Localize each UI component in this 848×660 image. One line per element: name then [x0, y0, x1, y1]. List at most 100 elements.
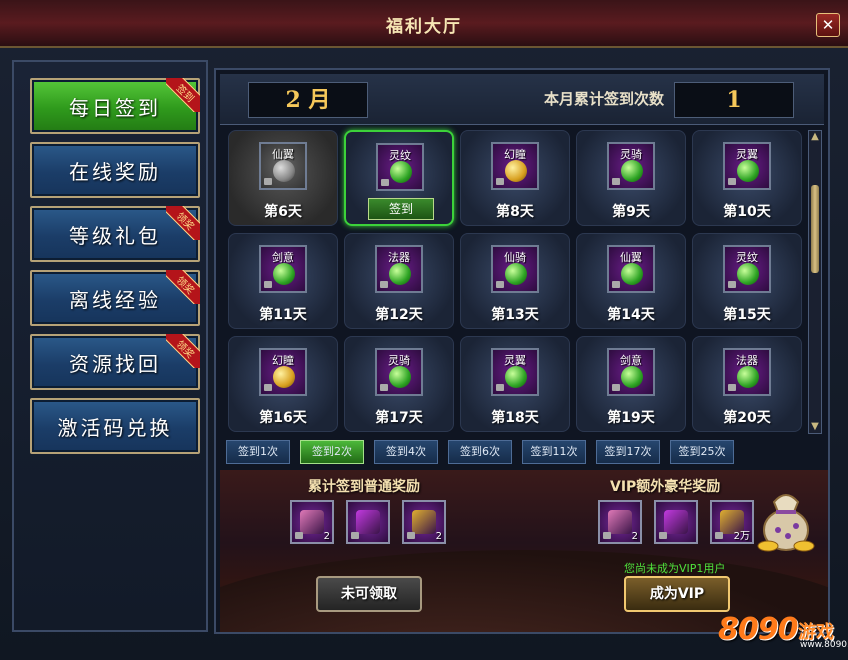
reward-item-icon[interactable]: 灵纹	[723, 245, 771, 293]
reward-item-icon[interactable]: 仙翼	[259, 142, 307, 190]
day-label: 第15天	[723, 307, 771, 323]
lock-icon	[612, 178, 620, 185]
badge-ribbon: 签到	[166, 78, 200, 112]
normal-reward-title: 累计签到普通奖励	[308, 479, 420, 495]
gem-icon	[621, 366, 643, 388]
calendar-cell[interactable]: 灵翼 第10天	[692, 130, 802, 226]
calendar-cell[interactable]: 剑意 第11天	[228, 233, 338, 329]
calendar-cell[interactable]: 灵翼 第18天	[460, 336, 570, 432]
sidebar-item-label: 每日签到	[69, 95, 161, 120]
reward-item-icon[interactable]: 灵翼	[723, 142, 771, 190]
badge-label: 领奖	[166, 334, 200, 368]
sidebar-item-label: 在线奖励	[69, 159, 161, 184]
sidebar-item-3[interactable]: 等级礼包 领奖	[30, 206, 200, 262]
day-label: 第6天	[264, 204, 302, 220]
sidebar-item-5[interactable]: 资源找回 领奖	[30, 334, 200, 390]
milestone-tabs: 签到1次 签到2次 签到4次 签到6次 签到11次 签到17次 签到25次	[226, 440, 826, 466]
calendar-cell[interactable]: 灵骑 第17天	[344, 336, 454, 432]
watermark-url: www.8090.com	[800, 640, 848, 650]
calendar-scrollbar[interactable]: ▲ ▼	[808, 130, 822, 434]
tab-milestone-5[interactable]: 签到11次	[522, 440, 586, 464]
sign-count-label: 本月累计签到次数	[544, 90, 665, 108]
tab-milestone-3[interactable]: 签到4次	[374, 440, 438, 464]
calendar-cell[interactable]: 仙翼第6天	[228, 130, 338, 226]
gem-icon	[273, 160, 295, 182]
reward-item-icon[interactable]: 仙骑	[491, 245, 539, 293]
scroll-up-icon[interactable]: ▲	[809, 131, 821, 143]
scroll-thumb[interactable]	[811, 185, 819, 273]
gem-icon	[737, 263, 759, 285]
reward-item-icon[interactable]: 幻瞳	[259, 348, 307, 396]
reward-item-icon[interactable]: 灵骑	[607, 142, 655, 190]
calendar-cell[interactable]: 灵骑第9天	[576, 130, 686, 226]
item-quantity: 2万	[733, 531, 750, 542]
tab-milestone-6[interactable]: 签到17次	[596, 440, 660, 464]
reward-item-icon[interactable]: 幻瞳	[491, 142, 539, 190]
sign-in-button[interactable]: 签到	[368, 198, 434, 220]
calendar-cell[interactable]: 仙骑第13天	[460, 233, 570, 329]
feather-item[interactable]: 2	[598, 500, 642, 544]
day-label: 第13天	[491, 307, 539, 323]
lock-icon	[351, 532, 359, 539]
reward-item-icon[interactable]: 剑意	[259, 245, 307, 293]
coins-item[interactable]: 2万	[710, 500, 754, 544]
potion-item[interactable]	[654, 500, 698, 544]
tab-milestone-1[interactable]: 签到1次	[226, 440, 290, 464]
sidebar-item-2[interactable]: 在线奖励	[30, 142, 200, 198]
sidebar-item-label: 等级礼包	[69, 223, 161, 248]
calendar-cell[interactable]: 灵纹第15天	[692, 233, 802, 329]
tab-milestone-7[interactable]: 签到25次	[670, 440, 734, 464]
day-label: 第9天	[612, 204, 650, 220]
calendar-cell[interactable]: 幻瞳 第16天	[228, 336, 338, 432]
reward-item-icon[interactable]: 法器	[723, 348, 771, 396]
claim-button[interactable]: 未可领取	[316, 576, 422, 612]
reward-item-icon[interactable]: 仙翼	[607, 245, 655, 293]
lock-icon	[264, 178, 272, 185]
gem-icon	[389, 366, 411, 388]
potion-item[interactable]	[346, 500, 390, 544]
scroll-item[interactable]: 2	[402, 500, 446, 544]
gem-icon	[737, 366, 759, 388]
sidebar: 每日签到 签到 在线奖励 等级礼包 领奖 离线经验 领奖 资源找回 领奖 激活码兑换	[12, 60, 208, 632]
feather-icon	[300, 510, 324, 534]
day-label: 第14天	[607, 307, 655, 323]
sign-in-header: 2 月 本月累计签到次数 1	[220, 74, 824, 125]
calendar-cell[interactable]: 幻瞳 第8天	[460, 130, 570, 226]
tab-milestone-2[interactable]: 签到2次	[300, 440, 364, 464]
calendar-cell[interactable]: 法器 第12天	[344, 233, 454, 329]
calendar-cell[interactable]: 法器第20天	[692, 336, 802, 432]
become-vip-button[interactable]: 成为VIP	[624, 576, 730, 612]
reward-item-icon[interactable]: 灵翼	[491, 348, 539, 396]
tab-milestone-4[interactable]: 签到6次	[448, 440, 512, 464]
gem-icon	[390, 161, 412, 183]
sidebar-item-1[interactable]: 每日签到 签到	[30, 78, 200, 134]
day-label: 第20天	[723, 410, 771, 426]
lock-icon	[728, 281, 736, 288]
lock-icon	[380, 281, 388, 288]
reward-item-icon[interactable]: 法器	[375, 245, 423, 293]
reward-item-icon[interactable]: 剑意	[607, 348, 655, 396]
calendar-cell[interactable]: 仙翼第14天	[576, 233, 686, 329]
calendar-cell[interactable]: 灵纹 签到	[344, 130, 454, 226]
scroll-down-icon[interactable]: ▼	[809, 421, 821, 433]
calendar-cell[interactable]: 剑意 第19天	[576, 336, 686, 432]
reward-item-icon[interactable]: 灵纹	[376, 143, 424, 191]
badge-ribbon: 领奖	[166, 334, 200, 368]
reward-item-icon[interactable]: 灵骑	[375, 348, 423, 396]
close-button[interactable]: ✕	[816, 13, 840, 37]
feather-item[interactable]: 2	[290, 500, 334, 544]
gem-icon	[389, 263, 411, 285]
potion-icon	[664, 510, 688, 534]
lock-icon	[496, 384, 504, 391]
sidebar-item-6[interactable]: 激活码兑换	[30, 398, 200, 454]
scroll-icon	[412, 510, 436, 534]
lock-icon	[728, 384, 736, 391]
gem-icon	[621, 160, 643, 182]
gem-icon	[737, 160, 759, 182]
sidebar-item-4[interactable]: 离线经验 领奖	[30, 270, 200, 326]
vip-status-note: 您尚未成为VIP1用户	[624, 562, 726, 575]
welfare-hall-window: 福利大厅 ✕ 每日签到 签到 在线奖励 等级礼包 领奖 离线经验 领奖 资源找回 领奖 激活码兑换…	[0, 0, 848, 660]
title-bar: 福利大厅 ✕	[0, 0, 848, 48]
sidebar-item-label: 资源找回	[69, 351, 161, 376]
main-panel: 2 月 本月累计签到次数 1 仙翼 第6天 灵纹 签到 幻瞳 第8天 灵骑 第9天 灵翼 第10天…	[214, 68, 830, 634]
